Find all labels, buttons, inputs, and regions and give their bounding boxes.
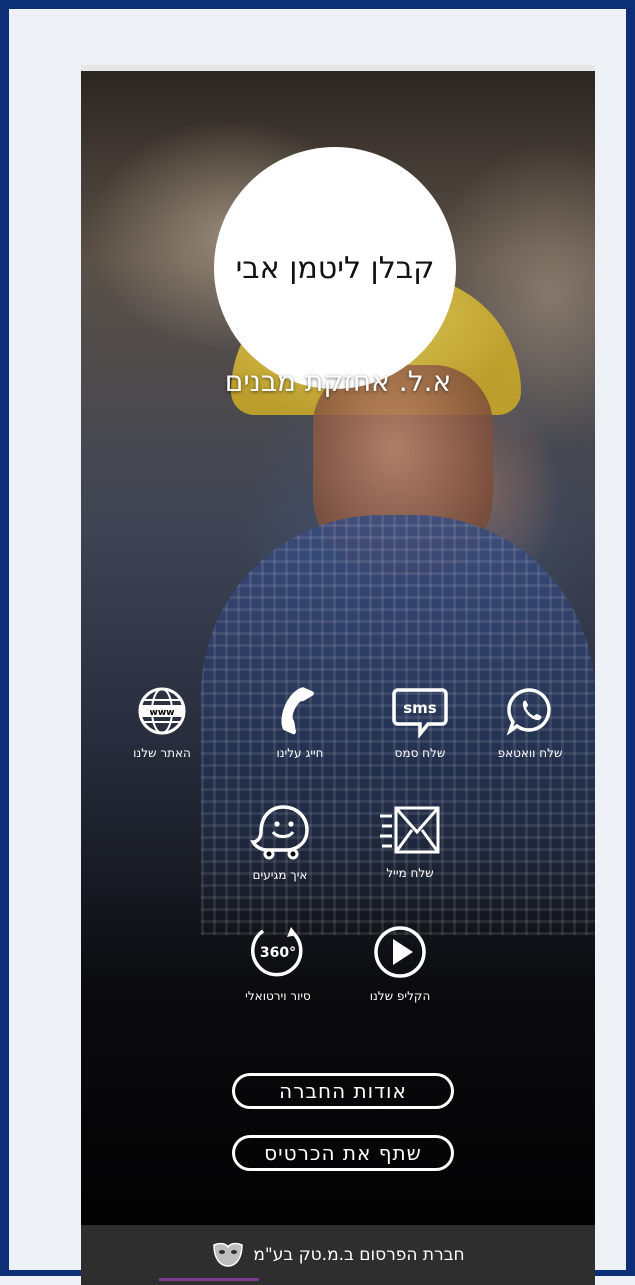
- navigate-button[interactable]: איך מגיעים: [225, 802, 335, 882]
- phone-icon: [281, 687, 314, 735]
- clip-label: הקליפ שלנו: [369, 989, 431, 1003]
- page-frame: קבלן ליטמן אבי א.ל. אחזקת מבנים שלח וואט…: [0, 0, 635, 1285]
- share-card-button[interactable]: שתף את הכרטיס: [232, 1135, 454, 1171]
- whatsapp-button[interactable]: שלח וואטאפ: [475, 684, 585, 760]
- 360-icon: 360°: [251, 927, 303, 977]
- company-subtitle: א.ל. אחזקת מבנים: [224, 365, 452, 398]
- navigate-label: איך מגיעים: [252, 868, 308, 882]
- logo-text: קבלן ליטמן אבי: [235, 250, 435, 286]
- sms-label: שלח סמס: [394, 746, 446, 760]
- logo-circle: קבלן ליטמן אבי: [214, 147, 456, 389]
- email-button[interactable]: שלח מייל: [355, 802, 465, 880]
- about-company-button[interactable]: אודות החברה: [232, 1073, 454, 1109]
- website-button[interactable]: www האתר שלנו: [107, 684, 217, 760]
- website-label: האתר שלנו: [133, 746, 191, 760]
- clip-button[interactable]: הקליפ שלנו: [345, 923, 455, 1003]
- call-label: חייג עלינו: [276, 746, 324, 760]
- virtual-tour-button[interactable]: 360° סיור וירטואלי: [223, 923, 333, 1003]
- whatsapp-icon: [506, 688, 551, 736]
- call-button[interactable]: חייג עלינו: [245, 684, 355, 760]
- waze-icon: [250, 805, 309, 860]
- footer-text: חברת הפרסום ב.מ.טק בע"מ: [253, 1245, 465, 1265]
- sms-button[interactable]: sms שלח סמס: [365, 684, 475, 760]
- whatsapp-label: שלח וואטאפ: [497, 746, 563, 760]
- 360-icon-text: 360°: [260, 945, 296, 961]
- www-icon-text: www: [150, 708, 175, 718]
- globe-icon: www: [138, 687, 186, 735]
- play-icon: [374, 926, 426, 978]
- footer-bar[interactable]: חברת הפרסום ב.מ.טק בע"מ: [81, 1225, 595, 1285]
- footer-underline: [159, 1278, 259, 1281]
- mail-icon: [380, 806, 440, 854]
- business-card: קבלן ליטמן אבי א.ל. אחזקת מבנים שלח וואט…: [81, 65, 595, 1285]
- sms-icon-text: sms: [403, 699, 437, 717]
- email-label: שלח מייל: [386, 866, 434, 880]
- sms-icon: sms: [392, 688, 448, 738]
- virtual-tour-label: סיור וירטואלי: [245, 989, 311, 1003]
- mask-logo-icon: [213, 1242, 244, 1267]
